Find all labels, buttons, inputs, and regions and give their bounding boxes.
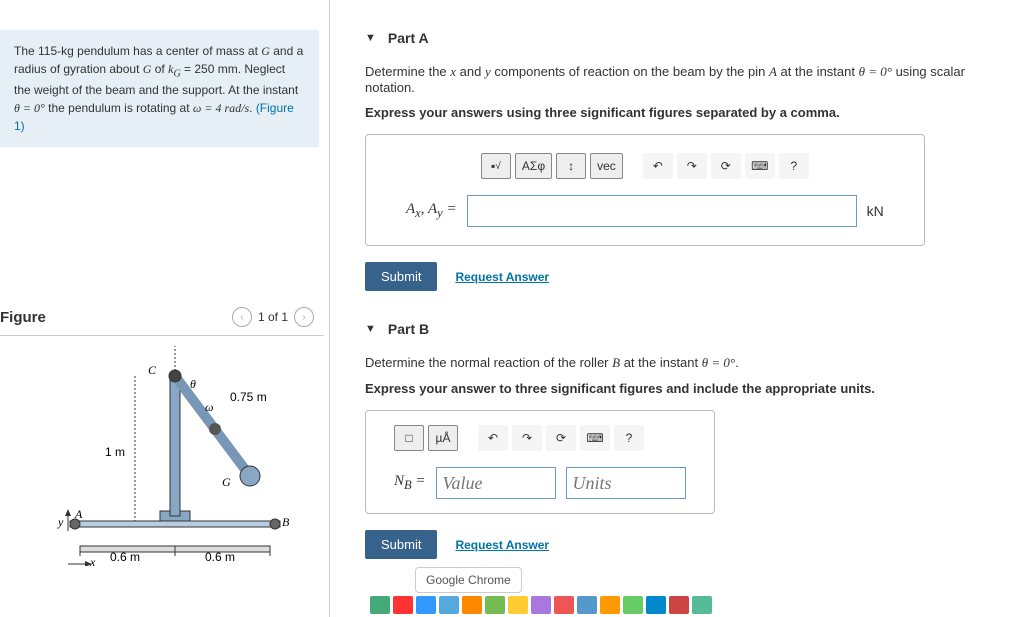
reset-icon[interactable]: ⟳ — [711, 153, 741, 179]
part-a-answer-box: ▪√ ΑΣφ ↕ vec ↶ ↷ ⟳ ⌨ ? Ax, Ay = kN — [365, 134, 925, 246]
svg-text:A: A — [74, 507, 83, 521]
tool-vec-icon[interactable]: vec — [590, 153, 623, 179]
svg-text:ω: ω — [205, 400, 213, 414]
svg-text:B: B — [282, 515, 290, 529]
part-b-answer-box: □ µÅ ↶ ↷ ⟳ ⌨ ? NB = — [365, 410, 715, 514]
svg-text:C: C — [148, 363, 157, 377]
part-b-submit-button[interactable]: Submit — [365, 530, 437, 559]
help-icon[interactable]: ? — [779, 153, 809, 179]
tool-greek-icon[interactable]: ΑΣφ — [515, 153, 552, 179]
part-b-value-input[interactable] — [436, 467, 556, 499]
problem-statement: The 115-kg pendulum has a center of mass… — [0, 30, 319, 147]
part-b-var-label: NB = — [394, 473, 426, 493]
part-a-prompt: Determine the x and y components of reac… — [365, 64, 1004, 95]
part-a-instruction: Express your answers using three signifi… — [365, 105, 1004, 120]
svg-text:θ: θ — [190, 377, 196, 391]
part-a-title: Part A — [388, 30, 429, 46]
redo-icon[interactable]: ↷ — [512, 425, 542, 451]
figure-prev-button[interactable]: ‹ — [232, 307, 252, 327]
tool-micro-ang-icon[interactable]: µÅ — [428, 425, 458, 451]
svg-text:G: G — [222, 475, 231, 489]
part-a-collapse-icon[interactable]: ▼ — [365, 32, 376, 44]
chrome-notification: Google Chrome — [415, 567, 522, 593]
taskbar — [370, 593, 1024, 617]
part-a-var-label: Ax, Ay = — [406, 201, 457, 221]
part-b-collapse-icon[interactable]: ▼ — [365, 323, 376, 335]
undo-icon[interactable]: ↶ — [478, 425, 508, 451]
tool-unit-template-icon[interactable]: □ — [394, 425, 424, 451]
tool-subscript-icon[interactable]: ↕ — [556, 153, 586, 179]
part-b-request-answer-link[interactable]: Request Answer — [455, 538, 549, 552]
svg-text:0.75 m: 0.75 m — [230, 390, 267, 404]
part-a-submit-button[interactable]: Submit — [365, 262, 437, 291]
part-b-prompt: Determine the normal reaction of the rol… — [365, 355, 1004, 371]
part-b-title: Part B — [388, 321, 429, 337]
part-b-instruction: Express your answer to three significant… — [365, 381, 1004, 396]
svg-text:y: y — [57, 515, 64, 529]
part-a-unit: kN — [867, 203, 884, 219]
svg-text:0.6 m: 0.6 m — [110, 550, 140, 564]
figure-title: Figure — [0, 309, 46, 326]
part-a-answer-input[interactable] — [467, 195, 857, 227]
svg-text:0.6 m: 0.6 m — [205, 550, 235, 564]
figure-pager-text: 1 of 1 — [258, 310, 288, 324]
svg-text:1 m: 1 m — [105, 445, 125, 459]
keyboard-icon[interactable]: ⌨ — [580, 425, 610, 451]
keyboard-icon[interactable]: ⌨ — [745, 153, 775, 179]
help-icon[interactable]: ? — [614, 425, 644, 451]
figure-diagram: C θ ω 0.75 m 1 m G y A B 0.6 m 0.6 m x — [0, 336, 324, 569]
part-b-units-input[interactable] — [566, 467, 686, 499]
part-a-request-answer-link[interactable]: Request Answer — [455, 270, 549, 284]
tool-template-icon[interactable]: ▪√ — [481, 153, 511, 179]
figure-next-button[interactable]: › — [294, 307, 314, 327]
undo-icon[interactable]: ↶ — [643, 153, 673, 179]
redo-icon[interactable]: ↷ — [677, 153, 707, 179]
reset-icon[interactable]: ⟳ — [546, 425, 576, 451]
